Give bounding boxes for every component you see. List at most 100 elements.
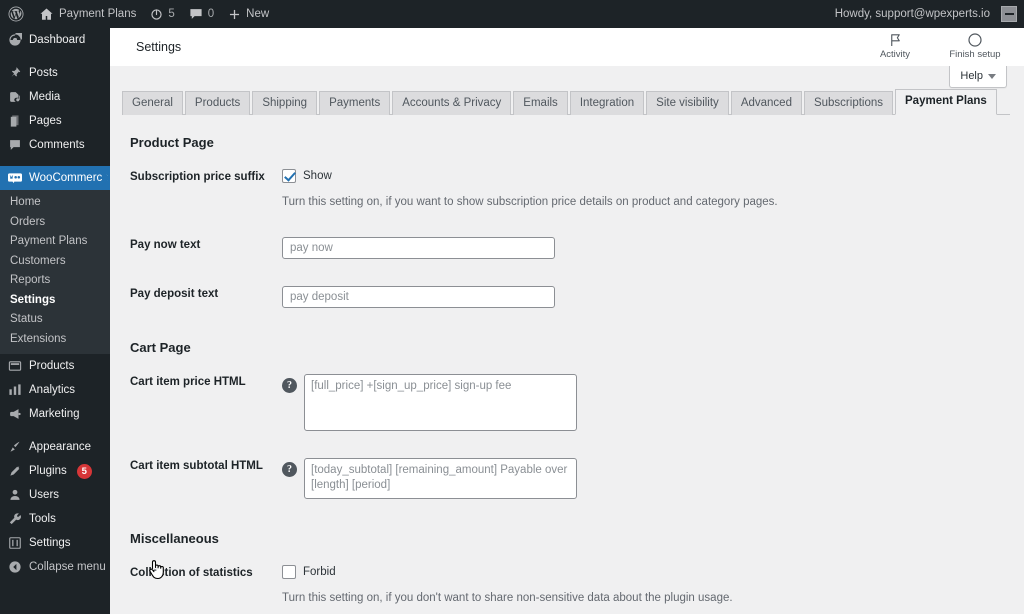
new-content-menu[interactable]: New	[221, 0, 276, 28]
analytics-icon	[8, 383, 22, 397]
flag-icon	[888, 31, 903, 48]
tab-payments[interactable]: Payments	[319, 91, 391, 115]
sidebar-item-marketing[interactable]: Marketing	[0, 402, 110, 426]
setting-row-collection-of-statistics: Collection of statistics Forbid Turn thi…	[122, 550, 1010, 614]
sidebar-item-dashboard[interactable]: Dashboard	[0, 28, 110, 52]
comments-menu[interactable]: 0	[182, 0, 221, 28]
activity-button[interactable]: Activity	[866, 28, 924, 60]
sidebar-item-label: Settings	[29, 537, 71, 549]
plus-icon	[228, 8, 241, 21]
setting-row-pay-now-text: Pay now text	[122, 222, 1010, 271]
wordpress-logo-button[interactable]	[0, 0, 32, 28]
pay-now-text-input[interactable]	[282, 237, 555, 260]
sidebar-item-posts[interactable]: Posts	[0, 61, 110, 85]
sidebar-item-analytics[interactable]: Analytics	[0, 378, 110, 402]
cart-item-subtotal-html-textarea[interactable]	[304, 457, 577, 499]
submenu-item-orders[interactable]: Orders	[0, 213, 110, 233]
wordpress-logo-icon	[7, 5, 25, 23]
submenu-item-payment-plans[interactable]: Payment Plans	[0, 232, 110, 252]
setting-row-cart-item-price-html: Cart item price HTML ?	[122, 359, 1010, 443]
page-title: Settings	[136, 40, 182, 54]
label-cart-item-price-html: Cart item price HTML	[130, 376, 246, 389]
submenu-item-settings[interactable]: Settings	[0, 291, 110, 311]
submenu-item-reports[interactable]: Reports	[0, 271, 110, 291]
pages-icon	[8, 114, 22, 128]
sidebar-item-users[interactable]: Users	[0, 483, 110, 507]
description-subscription-price-suffix: Turn this setting on, if you want to sho…	[282, 196, 778, 208]
subscription-price-suffix-checkbox[interactable]	[282, 169, 296, 183]
admin-sidebar-menu: Dashboard Posts Media Pages Comments Woo…	[0, 28, 110, 614]
setting-row-pay-deposit-text: Pay deposit text	[122, 271, 1010, 320]
dashboard-icon	[8, 33, 22, 47]
field-pay-now-text	[282, 222, 1010, 271]
tab-emails[interactable]: Emails	[513, 91, 568, 115]
field-pay-deposit-text	[282, 271, 1010, 320]
tools-icon	[8, 512, 22, 526]
menu-separator	[0, 157, 110, 166]
tab-accounts-privacy[interactable]: Accounts & Privacy	[392, 91, 512, 115]
woocommerce-submenu: Home Orders Payment Plans Customers Repo…	[0, 190, 110, 354]
tab-general[interactable]: General	[122, 91, 183, 115]
finish-setup-button[interactable]: Finish setup	[946, 28, 1004, 60]
cart-item-price-html-textarea[interactable]	[304, 374, 577, 431]
submenu-item-home[interactable]: Home	[0, 193, 110, 213]
users-icon	[8, 488, 22, 502]
sidebar-item-tools[interactable]: Tools	[0, 507, 110, 531]
tab-subscriptions[interactable]: Subscriptions	[803, 91, 894, 115]
sidebar-item-label: WooCommerce	[29, 172, 109, 184]
sidebar-item-label: Posts	[29, 67, 58, 79]
updates-icon	[150, 8, 163, 21]
sidebar-item-label: Users	[29, 489, 60, 501]
comment-bubble-icon	[189, 7, 203, 21]
sidebar-item-label: Comments	[29, 139, 85, 151]
question-mark-icon[interactable]: ?	[282, 378, 297, 394]
help-tab-wrap: Help	[949, 66, 1007, 88]
home-icon	[39, 7, 54, 22]
media-icon	[8, 90, 22, 104]
field-cart-item-subtotal-html: ?	[282, 443, 1010, 511]
new-label: New	[246, 8, 270, 20]
pay-deposit-text-input[interactable]	[282, 286, 555, 309]
activity-label: Activity	[879, 49, 911, 60]
field-subscription-price-suffix: Show Turn this setting on, if you want t…	[282, 154, 1010, 222]
setting-row-subscription-price-suffix: Subscription price suffix Show Turn this…	[122, 154, 1010, 222]
submenu-item-extensions[interactable]: Extensions	[0, 330, 110, 350]
cart-page-settings-table: Cart item price HTML ? Cart item subtota…	[122, 359, 1010, 511]
collection-of-statistics-checkbox[interactable]	[282, 564, 296, 579]
collapse-menu-label: Collapse menu	[29, 561, 106, 573]
my-account-menu[interactable]: Howdy, support@wpexperts.io	[828, 0, 1024, 28]
submenu-item-status[interactable]: Status	[0, 310, 110, 330]
sidebar-item-settings[interactable]: Settings	[0, 531, 110, 555]
help-button[interactable]: Help	[949, 66, 1007, 88]
tab-site-visibility[interactable]: Site visibility	[646, 91, 729, 115]
main-content: Settings Activity Finish setup Help Gene…	[110, 28, 1024, 614]
question-mark-icon[interactable]: ?	[282, 461, 297, 477]
sidebar-item-media[interactable]: Media	[0, 85, 110, 109]
circle-progress-icon	[967, 31, 983, 48]
site-name-menu[interactable]: Payment Plans	[32, 0, 143, 28]
sidebar-item-pages[interactable]: Pages	[0, 109, 110, 133]
checkbox-collection-of-statistics[interactable]: Forbid	[282, 564, 1000, 579]
updates-menu[interactable]: 5	[143, 0, 181, 28]
sidebar-item-comments[interactable]: Comments	[0, 133, 110, 157]
sidebar-item-products[interactable]: Products	[0, 354, 110, 378]
help-label: Help	[960, 70, 983, 82]
tab-integration[interactable]: Integration	[569, 91, 645, 115]
submenu-item-customers[interactable]: Customers	[0, 252, 110, 272]
tab-advanced[interactable]: Advanced	[730, 91, 802, 115]
sidebar-item-appearance[interactable]: Appearance	[0, 435, 110, 459]
tab-payment-plans[interactable]: Payment Plans	[895, 89, 997, 115]
sidebar-item-label: Plugins	[29, 465, 67, 477]
setting-row-cart-item-subtotal-html: Cart item subtotal HTML ?	[122, 443, 1010, 511]
sidebar-item-label: Tools	[29, 513, 56, 525]
products-icon	[8, 359, 22, 373]
sidebar-item-woocommerce[interactable]: WooCommerce	[0, 166, 110, 190]
checkbox-subscription-price-suffix[interactable]: Show	[282, 169, 1000, 183]
sidebar-item-plugins[interactable]: Plugins 5	[0, 459, 110, 483]
field-collection-of-statistics: Forbid Turn this setting on, if you don'…	[282, 550, 1010, 614]
tab-products[interactable]: Products	[184, 91, 251, 115]
settings-wrap: General Products Shipping Payments Accou…	[110, 88, 1024, 614]
collapse-menu-button[interactable]: Collapse menu	[0, 555, 110, 579]
collapse-icon	[8, 560, 22, 574]
tab-shipping[interactable]: Shipping	[252, 91, 318, 115]
